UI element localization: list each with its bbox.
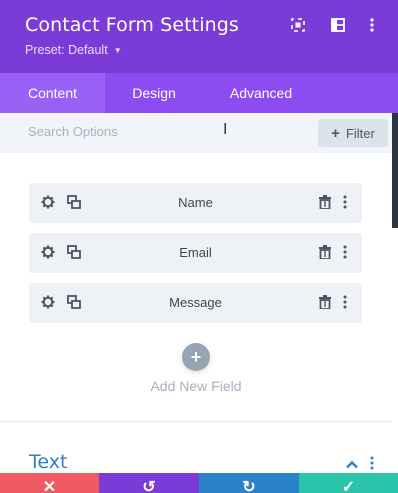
trash-icon[interactable] [319,295,331,314]
filter-label: Filter [345,125,375,141]
tab-content[interactable]: Content [0,73,105,113]
tab-label: Advanced [229,85,293,101]
chevron-up-icon[interactable] [346,456,358,474]
redo-button[interactable]: ↻ [199,473,299,493]
undo-button[interactable]: ↺ [99,473,199,493]
divider [0,421,392,422]
search-input[interactable] [28,124,278,139]
preset-selector[interactable]: Preset: Default ▼ [25,43,122,57]
field-row-email[interactable]: Email [29,233,362,273]
save-button[interactable]: ✓ [299,473,398,493]
modal-header: Contact Form Settings Preset: Default ▼ [0,0,398,73]
close-icon: ✕ [42,479,57,493]
filter-button[interactable]: + Filter [318,119,388,147]
tab-advanced[interactable]: Advanced [203,73,319,113]
field-label: Email [179,245,212,260]
redo-icon: ↻ [242,479,256,493]
content-panel: Name Email Message + Add New Field Text [0,153,392,493]
modal-title: Contact Form Settings [25,14,239,36]
trash-icon[interactable] [319,245,331,264]
tab-design[interactable]: Design [105,73,203,113]
add-field-button[interactable]: + [182,343,210,371]
caret-down-icon: ▼ [113,45,122,55]
more-vertical-icon[interactable] [343,295,347,314]
field-label: Name [178,195,213,210]
tab-bar: Content Design Advanced [0,73,398,113]
check-icon: ✓ [341,479,356,493]
add-field-label[interactable]: Add New Field [0,378,392,394]
bottom-action-bar: ✕ ↺ ↻ ✓ [0,473,398,493]
more-vertical-icon[interactable] [343,195,347,214]
trash-icon[interactable] [319,195,331,214]
plus-icon: + [331,124,340,142]
field-row-name[interactable]: Name [29,183,362,223]
scrollbar[interactable] [392,113,398,228]
expand-icon[interactable] [290,17,306,33]
text-cursor-icon: I [223,121,228,138]
more-vertical-icon[interactable] [343,245,347,264]
plus-icon: + [190,346,202,367]
tab-label: Content [27,85,78,101]
field-row-message[interactable]: Message [29,283,362,323]
tab-label: Design [132,85,176,101]
undo-icon: ↺ [142,479,156,493]
more-vertical-icon[interactable] [364,17,380,33]
field-label: Message [169,295,222,310]
sidebar-layout-icon[interactable] [330,17,346,33]
discard-button[interactable]: ✕ [0,473,99,493]
preset-label: Preset: Default [25,43,108,57]
search-bar: I + Filter [0,113,392,153]
section-title[interactable]: Text [29,451,67,473]
